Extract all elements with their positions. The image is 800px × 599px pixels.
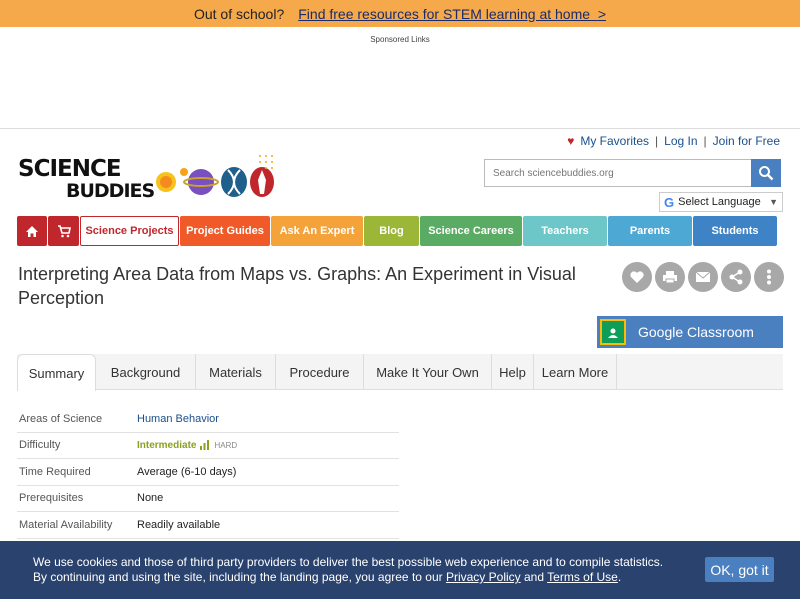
material-value: Readily available — [137, 518, 221, 531]
nav-teachers[interactable]: Teachers — [523, 216, 607, 246]
nav-science-projects[interactable]: Science Projects — [80, 216, 179, 246]
tab-materials[interactable]: Materials — [196, 354, 276, 390]
cookie-line2: By continuing and using the site, includ… — [33, 570, 673, 585]
cookie-message: We use cookies and those of third party … — [33, 555, 673, 585]
cookie-line1: We use cookies and those of third party … — [33, 555, 664, 569]
difficulty-level: Intermediate — [137, 439, 197, 451]
print-button[interactable] — [655, 262, 685, 292]
favorite-button[interactable] — [622, 262, 652, 292]
material-label: Material Availability — [19, 518, 113, 531]
separator: | — [655, 134, 659, 148]
difficulty-label: Difficulty — [19, 439, 61, 452]
sponsored-label: Sponsored Links — [370, 35, 430, 44]
nav-students[interactable]: Students — [693, 216, 777, 246]
language-label: Select Language — [678, 196, 761, 208]
difficulty-bars-icon — [200, 440, 210, 451]
my-favorites-link[interactable]: My Favorites — [580, 134, 649, 148]
cookie-accept-button[interactable]: OK, got it — [705, 557, 774, 582]
nav-ask-an-expert[interactable]: Ask An Expert — [271, 216, 363, 246]
time-value: Average (6-10 days) — [137, 465, 237, 478]
cookie-period: . — [617, 570, 622, 584]
info-row-material: Material Availability Readily available — [17, 512, 399, 539]
share-actions — [622, 262, 784, 292]
prerequisites-label: Prerequisites — [19, 492, 84, 505]
chevron-down-icon: ▼ — [769, 197, 778, 207]
google-classroom-label: Google Classroom — [638, 324, 754, 340]
cookie-and: and — [524, 570, 545, 584]
google-classroom-icon — [600, 319, 626, 345]
difficulty-value: Intermediate HARD — [137, 440, 237, 451]
language-select[interactable]: G Select Language ▼ — [659, 192, 783, 212]
terms-of-use-link[interactable]: Terms of Use — [547, 570, 618, 584]
heart-icon — [630, 271, 644, 283]
search-button[interactable] — [751, 159, 781, 187]
search-input[interactable] — [484, 159, 751, 187]
banner-prefix: Out of school? — [193, 5, 285, 22]
nav-home[interactable] — [17, 216, 47, 246]
search-icon — [759, 166, 774, 181]
info-row-time: Time Required Average (6-10 days) — [17, 459, 399, 486]
site-search — [484, 159, 781, 187]
header-divider — [0, 128, 800, 129]
page-title: Interpreting Area Data from Maps vs. Gra… — [18, 264, 576, 308]
tab-procedure[interactable]: Procedure — [276, 354, 364, 390]
cart-icon — [57, 224, 71, 237]
login-link[interactable]: Log In — [664, 134, 697, 148]
difficulty-scale: HARD — [214, 440, 238, 450]
project-tabs: Summary Background Materials Procedure M… — [17, 354, 783, 391]
tab-learn-more[interactable]: Learn More — [534, 354, 617, 390]
tab-make-it-your-own[interactable]: Make It Your Own — [364, 354, 492, 390]
main-nav: Science Projects Project Guides Ask An E… — [17, 216, 783, 246]
cookie-banner: We use cookies and those of third party … — [0, 541, 800, 599]
nav-blog[interactable]: Blog — [364, 216, 419, 246]
privacy-policy-link[interactable]: Privacy Policy — [446, 570, 521, 584]
tab-background[interactable]: Background — [96, 354, 196, 390]
email-button[interactable] — [688, 262, 718, 292]
more-button[interactable] — [754, 262, 784, 292]
print-icon — [663, 271, 677, 284]
tab-help[interactable]: Help — [492, 354, 534, 390]
share-icon — [729, 269, 743, 285]
join-link[interactable]: Join for Free — [713, 134, 780, 148]
info-row-difficulty: Difficulty Intermediate HARD — [17, 433, 399, 459]
separator: | — [703, 134, 707, 148]
prerequisites-value: None — [137, 492, 164, 505]
home-icon — [26, 225, 38, 237]
share-button[interactable] — [721, 262, 751, 292]
banner-link[interactable]: Find free resources for STEM learning at… — [298, 6, 606, 22]
google-icon: G — [664, 194, 675, 210]
info-row-areas: Areas of Science Human Behavior — [17, 406, 399, 433]
areas-link[interactable]: Human Behavior — [137, 413, 219, 425]
cookie-line2-text: By continuing and using the site, includ… — [33, 570, 443, 584]
info-row-prerequisites: Prerequisites None — [17, 486, 399, 512]
more-vertical-icon — [767, 269, 771, 285]
mail-icon — [695, 271, 711, 282]
stem-banner: Out of school? Find free resources for S… — [0, 0, 800, 27]
tab-summary[interactable]: Summary — [17, 354, 96, 391]
nav-project-guides[interactable]: Project Guides — [180, 216, 270, 246]
google-classroom-button[interactable]: Google Classroom — [597, 316, 783, 348]
project-info-table: Areas of Science Human Behavior Difficul… — [17, 406, 399, 539]
logo-graphics-icon — [156, 155, 274, 197]
areas-label: Areas of Science — [19, 412, 103, 425]
nav-parents[interactable]: Parents — [608, 216, 692, 246]
time-label: Time Required — [19, 465, 91, 478]
heart-icon: ♥ — [567, 134, 575, 148]
nav-science-careers[interactable]: Science Careers — [420, 216, 522, 246]
nav-cart[interactable] — [48, 216, 79, 246]
science-buddies-logo[interactable]: SCIENCE BUDDIES — [18, 150, 278, 206]
account-links: ♥ My Favorites | Log In | Join for Free — [567, 134, 780, 148]
